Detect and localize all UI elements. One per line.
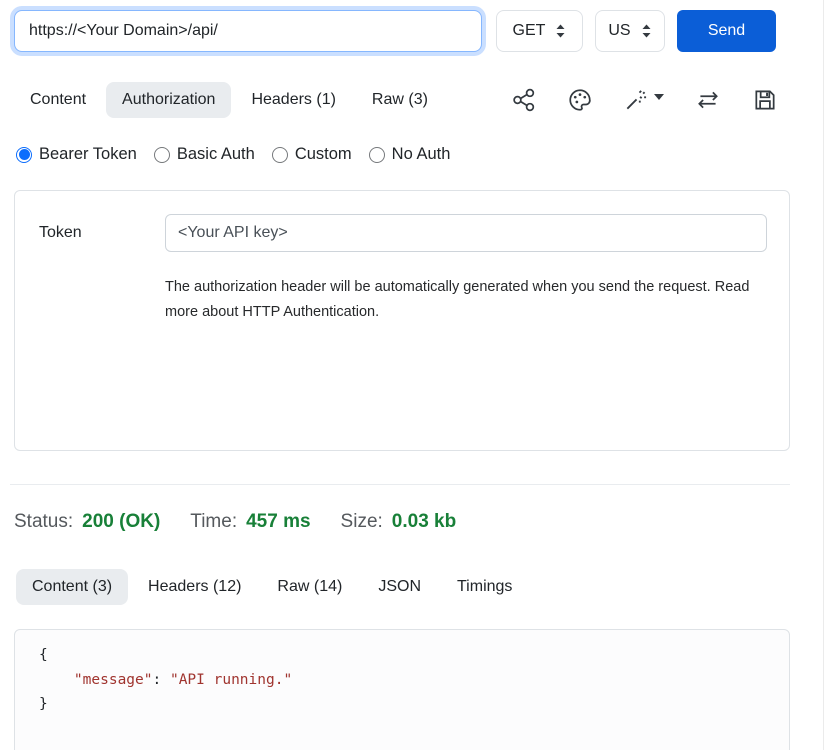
auth-option-bearer-token[interactable]: Bearer Token <box>16 145 137 164</box>
request-tab-content[interactable]: Content <box>14 82 102 118</box>
caret-down-icon <box>654 94 664 100</box>
response-tab-content-3[interactable]: Content (3) <box>16 569 128 605</box>
response-tab-json[interactable]: JSON <box>362 569 437 605</box>
method-select-value: GET <box>513 22 546 40</box>
size-group: Size: 0.03 kb <box>341 511 457 533</box>
request-tab-headers-1[interactable]: Headers (1) <box>235 82 351 118</box>
auth-option-basic-auth[interactable]: Basic Auth <box>154 145 255 164</box>
auth-type-options: Bearer Token Basic Auth Custom No Auth <box>16 145 837 164</box>
updown-arrows-icon <box>555 23 566 39</box>
region-select[interactable]: US <box>595 10 665 52</box>
status-value: 200 (OK) <box>82 511 160 533</box>
right-column-divider <box>823 0 824 750</box>
response-body: { "message": "API running."} <box>14 629 790 750</box>
size-label: Size: <box>341 511 383 533</box>
swap-arrows-icon[interactable] <box>694 87 722 113</box>
request-tab-authorization[interactable]: Authorization <box>106 82 231 118</box>
api-tester-page: GET US Send ContentAuthorizationHeaders … <box>0 0 837 750</box>
magic-wand-icon[interactable] <box>623 87 664 113</box>
response-status-line: Status: 200 (OK) Time: 457 ms Size: 0.03… <box>14 511 837 533</box>
auth-help-text: The authorization header will be automat… <box>165 275 765 325</box>
token-input[interactable] <box>165 214 767 252</box>
time-label: Time: <box>190 511 237 533</box>
radio-bearer-token[interactable] <box>16 147 32 163</box>
radio-custom[interactable] <box>272 147 288 163</box>
code-token-plain <box>39 672 74 688</box>
code-token-plain: } <box>39 696 48 712</box>
auth-option-label: Basic Auth <box>177 145 255 164</box>
code-token-string: "message" <box>74 672 153 688</box>
code-line: { <box>39 643 789 668</box>
code-token-plain: { <box>39 647 48 663</box>
section-divider <box>10 484 790 485</box>
share-icon[interactable] <box>511 87 537 113</box>
updown-arrows-icon <box>641 23 652 39</box>
auth-option-custom[interactable]: Custom <box>272 145 352 164</box>
auth-option-label: Bearer Token <box>39 145 137 164</box>
time-group: Time: 457 ms <box>190 511 310 533</box>
url-input[interactable] <box>14 10 482 52</box>
code-line: "message": "API running." <box>39 668 789 693</box>
time-value: 457 ms <box>246 511 310 533</box>
response-tab-timings[interactable]: Timings <box>441 569 528 605</box>
response-tab-raw-14[interactable]: Raw (14) <box>261 569 358 605</box>
region-select-value: US <box>608 22 630 40</box>
auth-option-label: No Auth <box>392 145 451 164</box>
request-toolbar <box>511 87 790 113</box>
response-tab-headers-12[interactable]: Headers (12) <box>132 569 257 605</box>
save-icon[interactable] <box>752 87 778 113</box>
request-tab-raw-3[interactable]: Raw (3) <box>356 82 444 118</box>
code-line: } <box>39 692 789 717</box>
send-button[interactable]: Send <box>677 10 776 52</box>
token-row: Token <box>39 214 767 252</box>
token-panel: Token The authorization header will be a… <box>14 190 790 451</box>
request-tabs-row: ContentAuthorizationHeaders (1)Raw (3) <box>14 82 790 118</box>
status-label: Status: <box>14 511 73 533</box>
method-select[interactable]: GET <box>496 10 583 52</box>
radio-no-auth[interactable] <box>369 147 385 163</box>
palette-icon[interactable] <box>567 87 593 113</box>
auth-option-label: Custom <box>295 145 352 164</box>
auth-option-no-auth[interactable]: No Auth <box>369 145 451 164</box>
status-group: Status: 200 (OK) <box>14 511 160 533</box>
code-token-plain: : <box>153 672 170 688</box>
request-tabs: ContentAuthorizationHeaders (1)Raw (3) <box>14 82 448 118</box>
response-tabs: Content (3)Headers (12)Raw (14)JSONTimin… <box>16 569 792 605</box>
code-token-string: "API running." <box>170 672 292 688</box>
token-label: Token <box>39 224 165 242</box>
radio-basic-auth[interactable] <box>154 147 170 163</box>
request-bar: GET US Send <box>0 0 776 52</box>
size-value: 0.03 kb <box>392 511 456 533</box>
